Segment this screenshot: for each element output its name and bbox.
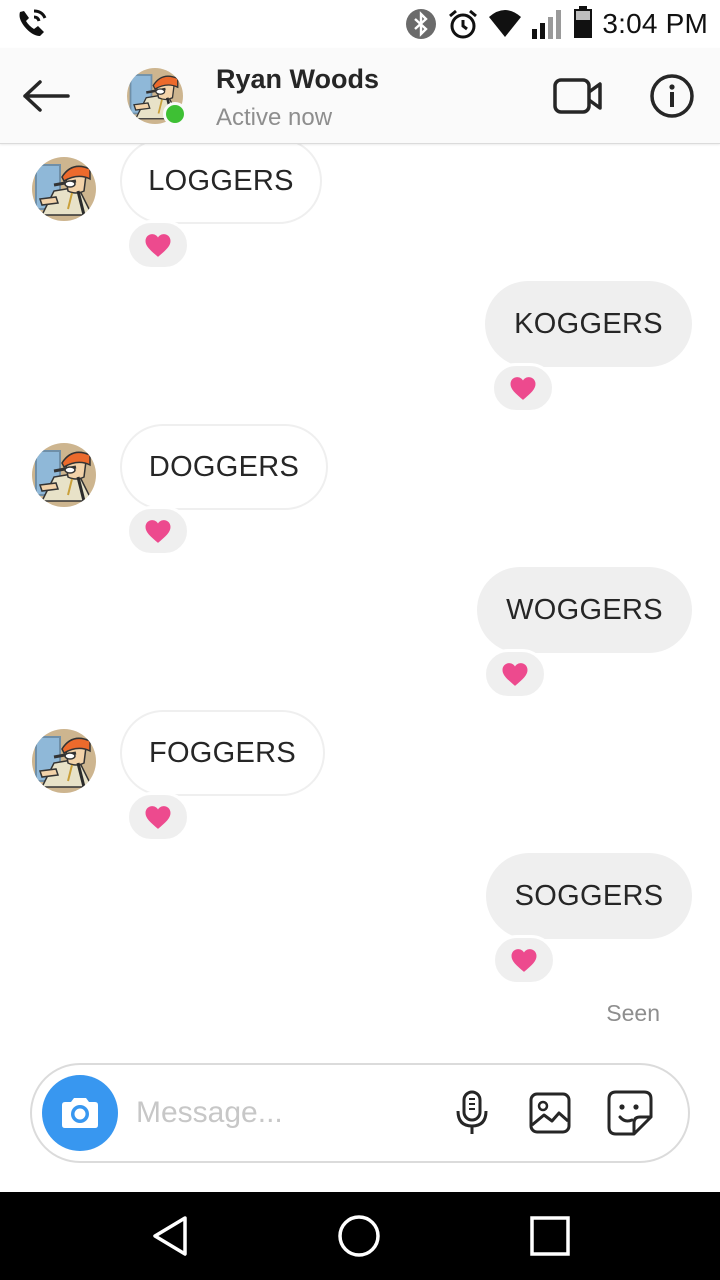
wifi-calling-icon	[14, 6, 50, 42]
contact-status: Active now	[216, 104, 333, 131]
camera-button[interactable]	[42, 1075, 118, 1151]
sticker-icon	[607, 1090, 653, 1136]
heart-icon	[144, 519, 172, 544]
contact-avatar[interactable]	[127, 68, 187, 126]
message-bubble[interactable]: KOGGERS	[485, 281, 692, 367]
battery-icon	[572, 5, 594, 44]
online-indicator	[163, 102, 187, 126]
back-arrow-icon	[23, 80, 70, 112]
heart-reaction[interactable]	[126, 220, 190, 270]
avatar[interactable]	[32, 443, 96, 507]
camera-icon	[62, 1098, 98, 1128]
avatar[interactable]	[32, 729, 96, 793]
message-bubble[interactable]: WOGGERS	[477, 567, 692, 653]
recents-square-icon	[530, 1216, 570, 1256]
message-bubble[interactable]: DOGGERS	[120, 424, 328, 510]
heart-icon	[501, 662, 529, 687]
heart-icon	[510, 948, 538, 973]
heart-reaction[interactable]	[126, 792, 190, 842]
alarm-icon	[446, 7, 480, 41]
seen-indicator: Seen	[606, 1000, 660, 1026]
back-triangle-icon	[153, 1216, 187, 1256]
message-thread[interactable]: LOGGERS KOGGERS DOGGERS WOGGERS FOGGERS …	[0, 144, 720, 1184]
heart-reaction[interactable]	[483, 649, 547, 699]
message-text: WOGGERS	[506, 593, 663, 626]
info-button[interactable]	[648, 72, 696, 120]
nav-home-button[interactable]	[329, 1208, 389, 1264]
heart-icon	[144, 805, 172, 830]
bluetooth-icon	[404, 7, 438, 41]
heart-icon	[509, 376, 537, 401]
nav-back-button[interactable]	[140, 1208, 200, 1264]
navigation-bar	[0, 1192, 720, 1280]
sticker-button[interactable]	[606, 1089, 654, 1137]
status-time: 3:04 PM	[602, 8, 708, 39]
heart-reaction[interactable]	[492, 935, 556, 985]
message-bubble[interactable]: FOGGERS	[120, 710, 325, 796]
nav-recents-button[interactable]	[520, 1208, 580, 1264]
wifi-icon	[488, 7, 522, 41]
status-bar: 3:04 PM	[0, 0, 720, 48]
microphone-button[interactable]	[448, 1089, 496, 1137]
contact-name[interactable]: Ryan Woods	[216, 64, 379, 95]
message-text: LOGGERS	[148, 164, 294, 197]
message-composer	[30, 1063, 690, 1163]
message-input[interactable]	[136, 1087, 426, 1139]
message-text: DOGGERS	[148, 450, 300, 483]
message-text: SOGGERS	[514, 879, 664, 912]
message-text: KOGGERS	[514, 307, 663, 340]
home-circle-icon	[338, 1215, 380, 1257]
chat-header: Ryan Woods Active now	[0, 48, 720, 144]
heart-reaction[interactable]	[126, 506, 190, 556]
avatar[interactable]	[32, 157, 96, 221]
signal-icon	[530, 7, 564, 41]
heart-icon	[144, 233, 172, 258]
info-icon	[650, 74, 694, 118]
video-call-icon	[553, 78, 602, 114]
gallery-icon	[529, 1092, 571, 1134]
gallery-button[interactable]	[526, 1089, 574, 1137]
message-bubble[interactable]: LOGGERS	[120, 144, 322, 224]
microphone-icon	[456, 1090, 488, 1134]
video-call-button[interactable]	[552, 74, 604, 118]
message-text: FOGGERS	[148, 736, 297, 769]
back-button[interactable]	[18, 70, 74, 122]
message-bubble[interactable]: SOGGERS	[486, 853, 692, 939]
heart-reaction[interactable]	[491, 363, 555, 413]
